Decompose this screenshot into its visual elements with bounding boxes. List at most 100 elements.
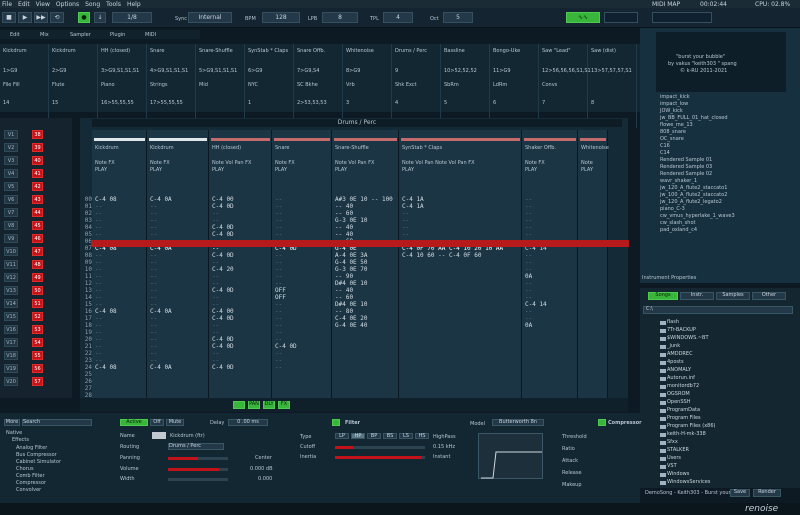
- pattern-note[interactable]: C-4 0D: [212, 224, 234, 231]
- sequence-slot[interactable]: 7: [542, 100, 545, 106]
- pattern-note[interactable]: --: [525, 196, 532, 203]
- pattern-number[interactable]: 53: [32, 325, 43, 334]
- effects-search[interactable]: Search: [22, 419, 92, 426]
- track-play[interactable]: PLAY: [525, 167, 537, 173]
- sequence-slot[interactable]: 12>56,56,56,S1,S1: [542, 68, 591, 74]
- instrument-item[interactable]: 808_snare: [660, 129, 686, 135]
- filter-type-button[interactable]: BS: [383, 433, 397, 439]
- pattern-note[interactable]: --: [275, 308, 282, 315]
- sequence-slot[interactable]: 10>52,52,52: [444, 68, 477, 74]
- filter-enable[interactable]: [332, 419, 340, 426]
- pattern-note[interactable]: --: [275, 231, 282, 238]
- menu-options[interactable]: Options: [56, 1, 79, 8]
- folder-item[interactable]: Sfxx: [667, 439, 678, 445]
- sequence-slot[interactable]: V9: [4, 234, 18, 243]
- pattern-note[interactable]: A#3 0E 10 -- 100: [335, 196, 393, 203]
- sequence-slot[interactable]: V10: [4, 247, 18, 256]
- instrument-item[interactable]: Rendered Sample 02: [660, 171, 712, 177]
- pattern-note[interactable]: --: [275, 315, 282, 322]
- pattern-note[interactable]: OFF: [275, 294, 286, 301]
- pattern-number[interactable]: 41: [32, 169, 43, 178]
- tab-edit[interactable]: Edit: [10, 32, 20, 38]
- pattern-note[interactable]: --: [212, 350, 219, 357]
- pattern-note[interactable]: --: [95, 287, 102, 294]
- fx-toggle[interactable]: FX: [278, 401, 290, 409]
- pattern-note[interactable]: --: [150, 252, 157, 259]
- off-button[interactable]: Off: [150, 419, 164, 426]
- compressor-enable[interactable]: [598, 419, 606, 426]
- sequence-track-name[interactable]: Bassline: [444, 48, 465, 54]
- pattern-number[interactable]: 46: [32, 234, 43, 243]
- instrument-item[interactable]: impact_low: [660, 101, 688, 107]
- pattern-note[interactable]: --: [275, 322, 282, 329]
- pattern-number[interactable]: 47: [32, 247, 43, 256]
- folder-item[interactable]: OGSROM: [667, 391, 690, 397]
- pattern-note[interactable]: G-3 0E 10: [335, 217, 368, 224]
- browser-tab-other[interactable]: Other: [752, 292, 786, 300]
- sequence-track-name[interactable]: Kickdrum: [52, 48, 76, 54]
- pattern-note[interactable]: --: [275, 259, 282, 266]
- instrument-item[interactable]: Rendered Sample 03: [660, 164, 712, 170]
- sequence-track-name[interactable]: SynStab * Claps: [248, 48, 288, 54]
- effect-item[interactable]: Comb Filter: [16, 473, 45, 479]
- folder-item[interactable]: OpenSSH: [667, 399, 690, 405]
- instrument-item[interactable]: pad_oxland_c4: [660, 227, 697, 233]
- pattern-note[interactable]: D#4 0E 10: [335, 301, 368, 308]
- filter-type-button[interactable]: BP: [367, 433, 381, 439]
- pattern-note[interactable]: C-4 0D: [212, 203, 234, 210]
- folder-item[interactable]: 4posts: [667, 359, 684, 365]
- pattern-note[interactable]: --: [525, 203, 532, 210]
- pattern-number[interactable]: 49: [32, 273, 43, 282]
- pattern-note[interactable]: --: [525, 252, 532, 259]
- effect-item[interactable]: Bus Compressor: [16, 452, 57, 458]
- pattern-number[interactable]: 38: [32, 130, 43, 139]
- instrument-item[interactable]: cw_vmus_hyperlake_1_wave3: [660, 213, 735, 219]
- pattern-note[interactable]: C-4 08: [95, 364, 117, 371]
- pattern-note[interactable]: C-4 0A: [150, 196, 172, 203]
- folder-item[interactable]: Autorun.inf: [667, 375, 695, 381]
- midi-map-button[interactable]: MIDI MAP: [652, 1, 680, 8]
- track-play[interactable]: PLAY: [335, 167, 347, 173]
- sequence-slot[interactable]: V4: [4, 169, 18, 178]
- sequence-slot[interactable]: 1>G9: [3, 68, 17, 74]
- sequence-slot[interactable]: File Fill: [3, 82, 20, 88]
- pattern-note[interactable]: G-3 0E 70: [335, 266, 368, 273]
- pattern-note[interactable]: C-4 08: [95, 196, 117, 203]
- instrument-item[interactable]: jw_120_A_flute2_legato2: [660, 199, 722, 205]
- pattern-note[interactable]: C-4 1A: [402, 203, 424, 210]
- sequence-slot[interactable]: 2>G9: [52, 68, 66, 74]
- pattern-note[interactable]: --: [95, 259, 102, 266]
- pattern-number[interactable]: 43: [32, 195, 43, 204]
- pattern-note[interactable]: --: [95, 266, 102, 273]
- pattern-note[interactable]: --: [525, 224, 532, 231]
- pattern-note[interactable]: C-4 0D: [212, 252, 234, 259]
- cutoff-slider[interactable]: [335, 446, 425, 449]
- pattern-note[interactable]: A-4 0E 3A: [335, 252, 368, 259]
- pattern-note[interactable]: OFF: [275, 287, 286, 294]
- pattern-note[interactable]: --: [212, 210, 219, 217]
- pattern-note[interactable]: --: [150, 210, 157, 217]
- pattern-note[interactable]: --: [212, 273, 219, 280]
- pattern-note[interactable]: --: [150, 217, 157, 224]
- pattern-note[interactable]: --: [275, 217, 282, 224]
- sequence-slot[interactable]: 16>55,55,55: [101, 100, 134, 106]
- instrument-item[interactable]: OC_snare: [660, 136, 684, 142]
- sequence-slot[interactable]: V6: [4, 195, 18, 204]
- pattern-note[interactable]: --: [525, 217, 532, 224]
- pattern-note[interactable]: -- 80: [335, 308, 353, 315]
- play-pattern-button[interactable]: ▶▶: [34, 12, 48, 23]
- pattern-note[interactable]: C-4 0D: [212, 231, 234, 238]
- sequence-slot[interactable]: V11: [4, 260, 18, 269]
- sequence-track-name[interactable]: Whitenoise: [346, 48, 374, 54]
- tab-plugin[interactable]: Plugin: [110, 32, 125, 38]
- pattern-note[interactable]: --: [95, 350, 102, 357]
- width-slider[interactable]: [168, 478, 228, 481]
- native-label[interactable]: Native: [6, 430, 22, 436]
- pattern-note[interactable]: --: [275, 252, 282, 259]
- pattern-note[interactable]: --: [525, 231, 532, 238]
- instrument-item[interactable]: piano_C-3: [660, 206, 685, 212]
- pattern-note[interactable]: --: [525, 266, 532, 273]
- sequence-slot[interactable]: V19: [4, 364, 18, 373]
- sequence-slot[interactable]: Shk Exct: [395, 82, 417, 88]
- render-button[interactable]: Render: [753, 489, 781, 497]
